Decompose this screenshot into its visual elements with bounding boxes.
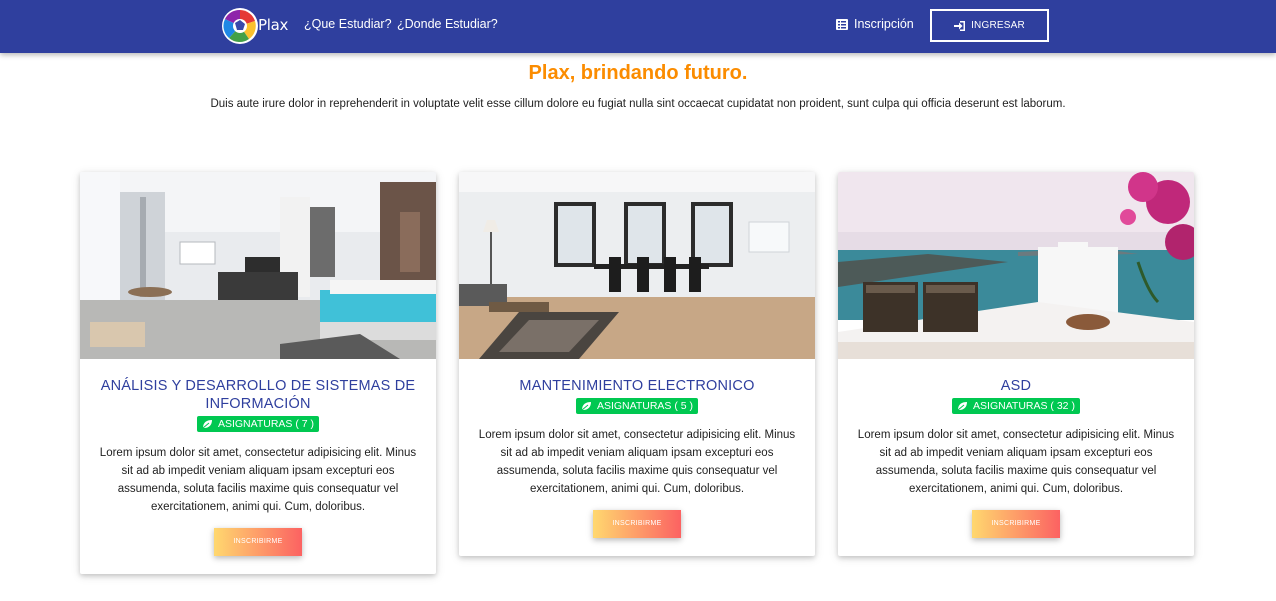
ingresar-label: INGRESAR bbox=[971, 20, 1025, 31]
nav-link-donde-estudiar[interactable]: ¿Donde Estudiar? bbox=[397, 17, 498, 31]
leaf-icon bbox=[202, 420, 212, 429]
inscripcion-link[interactable]: Inscripción bbox=[836, 17, 914, 31]
top-navbar: Plax ¿Que Estudiar? ¿Donde Estudiar? Ins… bbox=[0, 0, 1276, 53]
inscribirme-button[interactable]: INSCRIBIRME bbox=[214, 528, 302, 556]
nav-link-que-estudiar[interactable]: ¿Que Estudiar? bbox=[304, 17, 392, 31]
subjects-badge-label: ASIGNATURAS ( 7 ) bbox=[217, 418, 315, 430]
course-card: MANTENIMIENTO ELECTRONICO ASIGNATURAS ( … bbox=[459, 172, 815, 556]
course-card: ANÁLISIS Y DESARROLLO DE SISTEMAS DE INF… bbox=[80, 172, 436, 574]
subjects-badge-label: ASIGNATURAS ( 5 ) bbox=[596, 400, 694, 412]
inscripcion-label: Inscripción bbox=[854, 17, 914, 31]
inscribirme-button[interactable]: INSCRIBIRME bbox=[593, 510, 681, 538]
course-card: ASD ASIGNATURAS ( 32 ) Lorem ipsum dolor… bbox=[838, 172, 1194, 556]
dining-room-photo bbox=[459, 172, 815, 359]
sign-in-icon bbox=[954, 20, 966, 31]
leaf-icon bbox=[957, 402, 968, 411]
course-title: ASD bbox=[1000, 378, 1032, 394]
course-title: ANÁLISIS Y DESARROLLO DE SISTEMAS DE INF… bbox=[100, 378, 416, 412]
brand-name[interactable]: Plax bbox=[258, 16, 288, 34]
list-form-icon bbox=[836, 18, 848, 30]
subjects-badge: ASIGNATURAS ( 32 ) bbox=[952, 398, 1080, 414]
subjects-badge: ASIGNATURAS ( 5 ) bbox=[575, 398, 699, 414]
course-title: MANTENIMIENTO ELECTRONICO bbox=[519, 378, 755, 394]
subjects-badge-label: ASIGNATURAS ( 32 ) bbox=[973, 400, 1075, 412]
leaf-icon bbox=[581, 402, 591, 411]
ingresar-button[interactable]: INGRESAR bbox=[930, 9, 1049, 42]
inscribirme-button[interactable]: INSCRIBIRME bbox=[972, 510, 1060, 538]
hero-title: Plax, brindando futuro. bbox=[528, 62, 748, 84]
terrace-sea-photo bbox=[838, 172, 1194, 359]
plax-logo-icon[interactable] bbox=[221, 7, 259, 45]
course-description: Lorem ipsum dolor sit amet, consectetur … bbox=[99, 447, 417, 513]
course-description: Lorem ipsum dolor sit amet, consectetur … bbox=[857, 429, 1175, 495]
subjects-badge: ASIGNATURAS ( 7 ) bbox=[196, 416, 320, 432]
hero-description: Duis aute irure dolor in reprehenderit i… bbox=[210, 98, 1066, 110]
bedroom-photo bbox=[80, 172, 436, 359]
course-description: Lorem ipsum dolor sit amet, consectetur … bbox=[478, 429, 796, 495]
